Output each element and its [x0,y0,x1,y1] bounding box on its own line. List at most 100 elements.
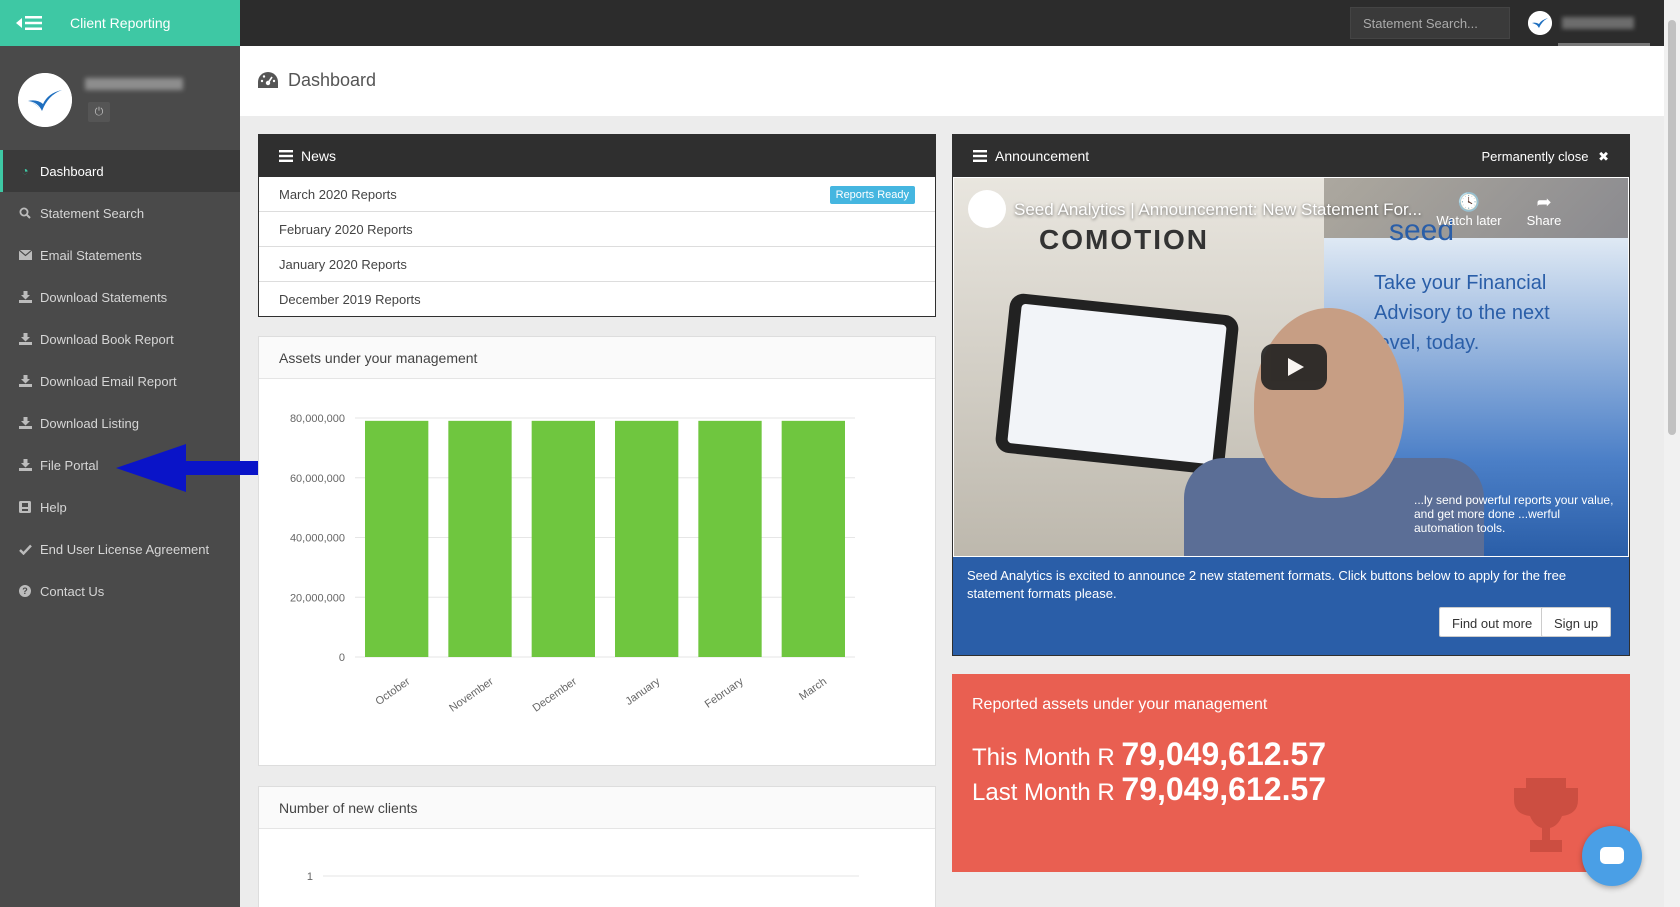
news-item-march-2020[interactable]: March 2020 Reports Reports Ready [259,177,935,212]
profile-block: ⏻ [0,46,240,150]
news-item-january-2020[interactable]: January 2020 Reports [259,247,935,282]
statement-search-input[interactable]: Statement Search... [1350,7,1510,39]
sidebar-toggle-icon[interactable] [16,14,42,32]
y-tick-label: 0 [339,652,345,664]
clock-icon: 🕓 [1457,192,1481,212]
sidebar-item-download-book-report[interactable]: Download Book Report [0,318,240,360]
video-player[interactable]: COMOTION seed Take your Financial Adviso… [954,178,1628,556]
sidebar-item-download-listing[interactable]: Download Listing [0,402,240,444]
y-tick-label: 80,000,000 [290,413,345,425]
this-month-value: 79,049,612.57 [1121,736,1327,772]
check-icon [18,542,32,556]
share-arrow-icon: ➦ [1536,192,1552,212]
sidebar-item-label: Statement Search [40,205,145,221]
list-icon [973,150,987,162]
news-item-february-2020[interactable]: February 2020 Reports [259,212,935,247]
last-month-line: Last Month R 79,049,612.57 [972,771,1326,808]
bar-november[interactable] [448,420,512,657]
sign-up-button[interactable]: Sign up [1541,607,1612,637]
last-month-label: Last Month R [972,779,1115,806]
sidebar-item-help[interactable]: Help [0,486,240,528]
sidebar-item-label: Email Statements [40,247,142,263]
user-menu[interactable] [1520,0,1660,46]
news-item-label: March 2020 Reports [279,186,397,202]
company-logo-icon [1528,11,1552,35]
x-tick-label: March [797,676,829,703]
sidebar-item-email-statements[interactable]: Email Statements [0,234,240,276]
top-bar: Client Reporting Statement Search... [0,0,1680,46]
envelope-icon [18,248,32,262]
bar-october[interactable] [365,420,429,657]
logout-power-icon[interactable]: ⏻ [88,102,110,122]
watch-later-label: Watch later [1436,213,1502,228]
sidebar-item-contact-us[interactable]: ? Contact Us [0,570,240,612]
sidebar-item-download-email-report[interactable]: Download Email Report [0,360,240,402]
app-title: Client Reporting [70,15,171,31]
bar-march[interactable] [781,420,845,657]
bar-january[interactable] [615,420,679,657]
assets-chart-title: Assets under your management [279,349,478,366]
download-icon [18,374,32,388]
last-month-value: 79,049,612.57 [1121,771,1327,807]
bar-december[interactable] [531,420,595,657]
video-person-face [1254,308,1404,498]
scrollbar-thumb[interactable] [1668,20,1676,435]
y-tick-label: 40,000,000 [290,533,345,545]
news-item-december-2019[interactable]: December 2019 Reports [259,282,935,317]
reports-ready-badge: Reports Ready [829,186,915,204]
video-tablet-image [994,292,1240,476]
close-icon: ✖ [1598,149,1609,164]
sidebar-item-label: Contact Us [40,583,105,599]
dashboard-icon: ◔ [21,164,29,178]
download-icon [18,332,32,346]
sidebar-item-label: File Portal [40,457,99,473]
sidebar-item-eula[interactable]: End User License Agreement [0,528,240,570]
news-header: News [259,135,935,177]
video-tablet-screen [1007,303,1227,465]
sidebar-item-label: Dashboard [40,163,104,179]
sidebar-item-download-statements[interactable]: Download Statements [0,276,240,318]
download-icon [18,458,32,472]
new-clients-title: Number of new clients [279,799,418,816]
x-tick-label: October [373,675,412,707]
watch-later-button[interactable]: 🕓 Watch later [1429,192,1509,228]
this-month-line: This Month R 79,049,612.57 [972,736,1326,773]
page-scrollbar[interactable] [1664,0,1680,907]
chat-launcher-button[interactable] [1582,826,1642,886]
video-tagline: Take your Financial Advisory to the next… [1374,272,1550,354]
permanently-close-button[interactable]: Permanently close ✖ [1482,149,1609,165]
download-icon [18,416,32,430]
this-month-label: This Month R [972,744,1115,771]
sidebar-item-label: Download Statements [40,289,168,305]
sidebar-item-statement-search[interactable]: Statement Search [0,192,240,234]
channel-logo-icon[interactable] [968,190,1006,228]
bar-february[interactable] [698,420,762,657]
find-out-more-button[interactable]: Find out more [1439,607,1546,637]
profile-name-redacted [85,78,183,90]
new-clients-chart: 1 [307,871,859,883]
video-banner-text: COMOTION [1039,224,1209,255]
x-tick-label: February [703,675,746,710]
y-tick-label: 20,000,000 [290,592,345,604]
assets-bar-chart: 80,000,000 60,000,000 40,000,000 20,000,000… [290,413,855,715]
y-tick-label: 60,000,000 [290,473,345,485]
announcement-text: Seed Analytics is excited to announce 2 … [967,568,1567,601]
sidebar-item-label: Download Listing [40,415,140,431]
y-tick-label: 1 [307,871,313,883]
sidebar-item-label: End User License Agreement [40,541,210,557]
main-content: Dashboard News March 2020 Reports Report… [240,46,1664,907]
announcement-title: Announcement [995,148,1090,164]
video-title[interactable]: Seed Analytics | Announcement: New State… [1014,200,1422,220]
trophy-icon [1514,778,1578,852]
x-tick-label: December [531,675,580,714]
new-clients-panel: Number of new clients 1 [258,786,936,907]
news-panel: News March 2020 Reports Reports Ready Fe… [258,134,936,317]
share-button[interactable]: ➦ Share [1514,192,1574,228]
video-small-text: ...ly send powerful reports your value, … [1414,493,1614,535]
sidebar-item-dashboard[interactable]: ◔ Dashboard [0,150,240,192]
help-book-icon [18,500,32,514]
dashboard-gauge-icon [258,72,278,88]
x-tick-label: January [623,675,662,708]
search-icon [18,206,32,220]
play-icon[interactable] [1261,344,1327,390]
